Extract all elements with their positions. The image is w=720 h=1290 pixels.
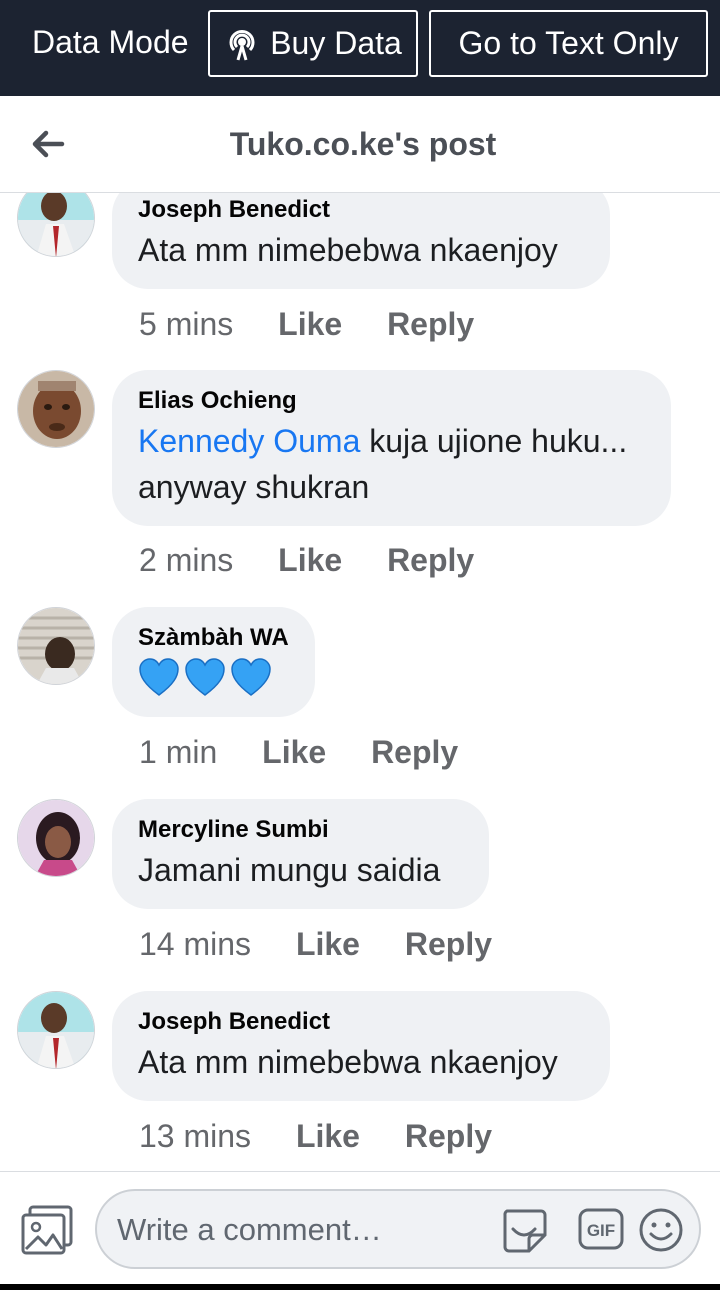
comment-author[interactable]: Mercyline Sumbi xyxy=(138,813,463,847)
reply-button[interactable]: Reply xyxy=(387,540,474,580)
comment-bubble[interactable]: Mercyline Sumbi Jamani mungu saidia xyxy=(112,799,489,909)
comment-text: Jamani mungu saidia xyxy=(138,852,441,888)
comment-time[interactable]: 14 mins xyxy=(139,924,251,964)
mention-link[interactable]: Kennedy Ouma xyxy=(138,423,360,459)
comment-time[interactable]: 5 mins xyxy=(139,304,233,344)
comment-text: Kennedy Ouma kuja ujione huku... xyxy=(138,418,645,464)
sticker-icon[interactable] xyxy=(499,1205,549,1255)
reply-button[interactable]: Reply xyxy=(387,304,474,344)
comment-time[interactable]: 1 min xyxy=(139,732,217,772)
post-header: Tuko.co.ke's post xyxy=(0,96,720,193)
reply-button[interactable]: Reply xyxy=(405,1116,492,1156)
comment-bubble[interactable]: Elias Ochieng Kennedy Ouma kuja ujione h… xyxy=(112,370,671,526)
text-only-button[interactable]: Go to Text Only xyxy=(429,10,708,77)
comment-author[interactable]: Szàmbàh WA xyxy=(138,621,289,655)
comment-actions: 5 mins Like Reply xyxy=(139,304,474,344)
like-button[interactable]: Like xyxy=(278,540,342,580)
comment-bubble[interactable]: Joseph Benedict Ata mm nimebebwa nkaenjo… xyxy=(112,991,610,1101)
comment-actions: 13 mins Like Reply xyxy=(139,1116,492,1156)
like-button[interactable]: Like xyxy=(296,1116,360,1156)
reply-button[interactable]: Reply xyxy=(371,732,458,772)
comment-input-placeholder: Write a comment… xyxy=(117,1212,382,1247)
reply-button[interactable]: Reply xyxy=(405,924,492,964)
comments-list[interactable]: Joseph Benedict Ata mm nimebebwa nkaenjo… xyxy=(0,193,720,1171)
comment-author[interactable]: Elias Ochieng xyxy=(138,384,645,418)
like-button[interactable]: Like xyxy=(296,924,360,964)
comment-time[interactable]: 13 mins xyxy=(139,1116,251,1156)
gif-icon[interactable]: GIF xyxy=(578,1208,624,1250)
comment-bubble[interactable]: Joseph Benedict Ata mm nimebebwa nkaenjo… xyxy=(112,193,610,289)
blue-heart-icon xyxy=(139,658,179,696)
comment-bubble[interactable]: Szàmbàh WA xyxy=(112,607,315,717)
buy-data-label: Buy Data xyxy=(270,25,402,61)
avatar[interactable] xyxy=(17,193,95,257)
blue-heart-icon xyxy=(185,658,225,696)
comment-text: Ata mm nimebebwa nkaenjoy xyxy=(138,1044,558,1080)
avatar[interactable] xyxy=(17,607,95,685)
comment-actions: 14 mins Like Reply xyxy=(139,924,492,964)
photo-icon[interactable] xyxy=(20,1205,74,1255)
svg-text:GIF: GIF xyxy=(587,1221,615,1240)
like-button[interactable]: Like xyxy=(262,732,326,772)
text-only-label: Go to Text Only xyxy=(458,25,679,61)
comment-author[interactable]: Joseph Benedict xyxy=(138,193,584,227)
comment-text-line: anyway shukran xyxy=(138,469,370,505)
broadcast-icon xyxy=(229,29,255,60)
data-mode-label: Data Mode xyxy=(32,24,189,60)
comment-time[interactable]: 2 mins xyxy=(139,540,233,580)
comment-author[interactable]: Joseph Benedict xyxy=(138,1005,584,1039)
data-mode-bar: Data Mode Buy Data Go to Text Only xyxy=(0,0,720,96)
comment-text: Ata mm nimebebwa nkaenjoy xyxy=(138,232,558,268)
bottom-edge xyxy=(0,1284,720,1290)
avatar[interactable] xyxy=(17,799,95,877)
emoji-icon[interactable] xyxy=(638,1207,684,1253)
like-button[interactable]: Like xyxy=(278,304,342,344)
comment-composer: Write a comment… GIF xyxy=(0,1171,720,1284)
blue-heart-icon xyxy=(231,658,271,696)
comment-emoji-text xyxy=(138,655,289,699)
avatar[interactable] xyxy=(17,370,95,448)
comment-actions: 2 mins Like Reply xyxy=(139,540,474,580)
page-title: Tuko.co.ke's post xyxy=(229,126,497,162)
comment-text-part: kuja ujione huku... xyxy=(360,423,628,459)
avatar[interactable] xyxy=(17,991,95,1069)
comment-actions: 1 min Like Reply xyxy=(139,732,458,772)
comment-input[interactable]: Write a comment… GIF xyxy=(95,1189,701,1269)
buy-data-button[interactable]: Buy Data xyxy=(208,10,418,77)
